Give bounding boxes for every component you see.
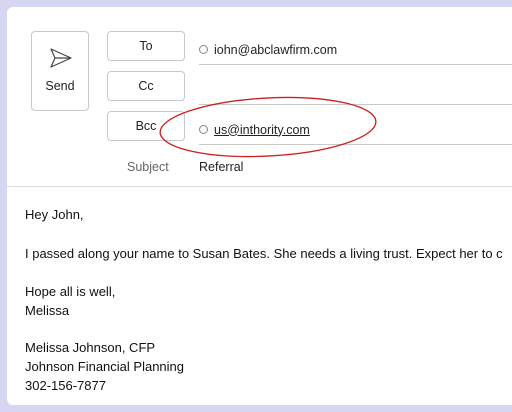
cc-button[interactable]: Cc [107, 71, 185, 101]
to-field[interactable]: iohn@abclawfirm.com [199, 35, 512, 65]
signature-company: Johnson Financial Planning [25, 359, 184, 374]
email-compose-window: Send To iohn@abclawfirm.com Cc Bcc us@in… [7, 7, 512, 405]
send-button-label: Send [45, 79, 75, 93]
body-greeting: Hey John, [25, 207, 84, 222]
presence-status-icon [199, 125, 208, 134]
signature-name: Melissa Johnson, CFP [25, 340, 156, 355]
send-button[interactable]: Send [31, 31, 89, 111]
send-icon [50, 48, 72, 68]
to-recipient[interactable]: iohn@abclawfirm.com [214, 43, 337, 57]
header-divider [7, 186, 512, 187]
bcc-field[interactable]: us@inthority.com [199, 115, 512, 145]
body-paragraph: I passed along your name to Susan Bates.… [25, 246, 503, 261]
to-button[interactable]: To [107, 31, 185, 61]
body-closing-name: Melissa [25, 303, 70, 318]
body-closing: Hope all is well, [25, 284, 116, 299]
subject-label: Subject [127, 160, 169, 174]
cc-field[interactable] [199, 75, 512, 105]
bcc-button[interactable]: Bcc [107, 111, 185, 141]
presence-status-icon [199, 45, 208, 54]
signature-phone: 302-156-7877 [25, 378, 106, 393]
subject-field[interactable]: Referral [199, 160, 243, 174]
bcc-recipient[interactable]: us@inthority.com [214, 123, 310, 137]
